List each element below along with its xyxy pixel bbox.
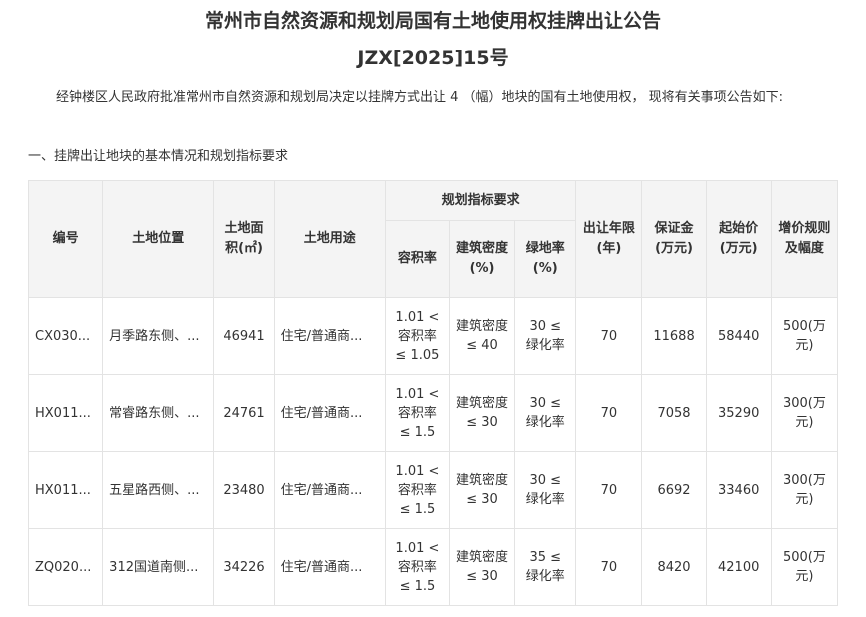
parcel-location: 月季路东侧、... [102,297,215,375]
parcel-area: 24761 [213,374,275,452]
parcel-density: 建筑密度 ≤ 40 [448,297,516,375]
table-row: HX011... 常睿路东侧、... 24761 住宅/普通商... 1.01 … [27,374,839,452]
header-area: 土地面积(㎡) [213,180,275,298]
header-planning-group: 规划指标要求 [384,180,577,221]
header-increment: 增价规则及幅度 [770,180,839,298]
parcel-use: 住宅/普通商... [273,297,386,375]
parcel-increment: 500(万元) [770,528,839,606]
parcel-use: 住宅/普通商... [273,528,386,606]
parcel-far: 1.01 < 容积率 ≤ 1.5 [384,451,450,529]
header-term: 出让年限(年) [575,180,643,298]
parcel-deposit: 6692 [641,451,707,529]
parcel-term: 70 [575,451,643,529]
header-density: 建筑密度(%) [448,220,516,298]
table-row: ZQ020... 312国道南侧... 34226 住宅/普通商... 1.01… [27,528,839,606]
table-row: HX011... 五星路西侧、... 23480 住宅/普通商... 1.01 … [27,451,839,529]
parcel-density: 建筑密度 ≤ 30 [448,528,516,606]
parcel-code-link[interactable]: ZQ020... [27,528,104,606]
parcel-start-price: 42100 [705,528,772,606]
table-body: CX030... 月季路东侧、... 46941 住宅/普通商... 1.01 … [27,297,839,606]
parcel-green: 35 ≤ 绿化率 [514,528,577,606]
parcel-code-link[interactable]: HX011... [27,374,104,452]
header-far: 容积率 [384,220,450,298]
parcel-use: 住宅/普通商... [273,374,386,452]
parcel-density: 建筑密度 ≤ 30 [448,374,516,452]
parcel-increment: 300(万元) [770,451,839,529]
header-green: 绿地率(%) [514,220,577,298]
parcel-green: 30 ≤ 绿化率 [514,451,577,529]
section-heading: 一、挂牌出让地块的基本情况和规划指标要求 [28,149,289,164]
parcel-location: 312国道南侧... [102,528,215,606]
parcel-deposit: 8420 [641,528,707,606]
land-parcels-table: 编号 土地位置 土地面积(㎡) 土地用途 规划指标要求 出让年限(年) 保证金(… [27,180,839,606]
header-location: 土地位置 [102,180,215,298]
parcel-code-link[interactable]: CX030... [27,297,104,375]
parcel-increment: 300(万元) [770,374,839,452]
intro-paragraph: 经钟楼区人民政府批准常州市自然资源和规划局决定以挂牌方式出让 4 （幅）地块的国… [56,90,784,105]
table-header: 编号 土地位置 土地面积(㎡) 土地用途 规划指标要求 出让年限(年) 保证金(… [27,180,839,298]
parcel-start-price: 58440 [705,297,772,375]
parcel-location: 五星路西侧、... [102,451,215,529]
header-code: 编号 [27,180,104,298]
parcel-area: 23480 [213,451,275,529]
header-deposit: 保证金(万元) [641,180,707,298]
parcel-term: 70 [575,528,643,606]
parcel-increment: 500(万元) [770,297,839,375]
table-row: CX030... 月季路东侧、... 46941 住宅/普通商... 1.01 … [27,297,839,375]
parcel-deposit: 11688 [641,297,707,375]
parcel-far: 1.01 < 容积率 ≤ 1.05 [384,297,450,375]
parcel-green: 30 ≤ 绿化率 [514,297,577,375]
parcel-green: 30 ≤ 绿化率 [514,374,577,452]
header-use: 土地用途 [273,180,386,298]
parcel-far: 1.01 < 容积率 ≤ 1.5 [384,528,450,606]
header-start-price: 起始价(万元) [705,180,772,298]
parcel-term: 70 [575,374,643,452]
parcel-code-link[interactable]: HX011... [27,451,104,529]
parcel-deposit: 7058 [641,374,707,452]
parcel-density: 建筑密度 ≤ 30 [448,451,516,529]
parcel-location: 常睿路东侧、... [102,374,215,452]
announcement-title: 常州市自然资源和规划局国有土地使用权挂牌出让公告 [204,10,661,32]
document-number: JZX[2025]15号 [357,47,509,69]
parcel-term: 70 [575,297,643,375]
parcel-start-price: 35290 [705,374,772,452]
parcel-start-price: 33460 [705,451,772,529]
parcel-area: 46941 [213,297,275,375]
parcel-use: 住宅/普通商... [273,451,386,529]
parcel-far: 1.01 < 容积率 ≤ 1.5 [384,374,450,452]
parcel-area: 34226 [213,528,275,606]
